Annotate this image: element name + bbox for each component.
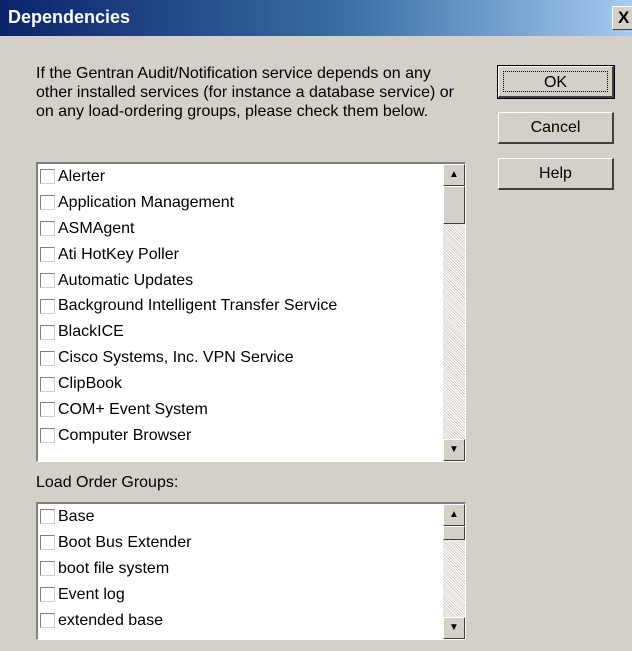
help-button[interactable]: Help: [498, 158, 614, 190]
list-item[interactable]: boot file system: [38, 556, 443, 582]
list-item[interactable]: BlackICE: [38, 319, 443, 345]
load-order-groups-scroll-thumb[interactable]: [443, 526, 465, 540]
list-item[interactable]: Base: [38, 504, 443, 530]
checkbox[interactable]: [40, 376, 55, 392]
list-item[interactable]: Event log: [38, 582, 443, 608]
list-item-label: Cisco Systems, Inc. VPN Service: [58, 349, 294, 367]
scroll-down-icon: ▼: [449, 622, 459, 633]
checkbox[interactable]: [40, 221, 55, 237]
list-item-label: Boot Bus Extender: [58, 533, 192, 551]
checkbox[interactable]: [40, 509, 55, 525]
checkbox[interactable]: [40, 428, 55, 444]
checkbox[interactable]: [40, 273, 55, 288]
list-item[interactable]: Cisco Systems, Inc. VPN Service: [38, 345, 443, 371]
load-order-groups-scroll-up-button[interactable]: ▲: [443, 504, 465, 526]
services-scroll-thumb[interactable]: [443, 186, 465, 224]
cancel-button[interactable]: Cancel: [498, 112, 614, 144]
scroll-up-icon: ▲: [449, 169, 459, 180]
scroll-down-icon: ▼: [449, 444, 459, 455]
services-scrollbar[interactable]: ▲ ▼: [443, 164, 465, 461]
list-item-label: extended base: [58, 611, 163, 629]
checkbox[interactable]: [40, 561, 55, 577]
title-bar: Dependencies X: [0, 0, 632, 36]
description-text: If the Gentran Audit/Notification servic…: [36, 65, 454, 120]
checkbox[interactable]: [40, 350, 55, 366]
list-item[interactable]: ASMAgent: [38, 216, 443, 242]
list-item[interactable]: Background Intelligent Transfer Service: [38, 293, 443, 319]
list-item[interactable]: extended base: [38, 608, 443, 634]
ok-button[interactable]: OK: [497, 65, 615, 99]
list-item-label: Background Intelligent Transfer Service: [58, 297, 338, 315]
list-item[interactable]: COM+ Event System: [38, 397, 443, 423]
list-item[interactable]: Boot Bus Extender: [38, 530, 443, 556]
load-order-groups-scrollbar[interactable]: ▲ ▼: [443, 504, 465, 639]
checkbox[interactable]: [40, 402, 55, 418]
list-item-label: Automatic Updates: [58, 271, 194, 289]
list-item-label: Base: [58, 507, 95, 525]
checkbox[interactable]: [40, 324, 55, 340]
list-item-label: Computer Browser: [58, 426, 192, 444]
list-item[interactable]: Application Management: [38, 190, 443, 216]
checkbox[interactable]: [40, 613, 55, 628]
list-item-label: COM+ Event System: [58, 400, 208, 418]
services-list: Alerter Application Management ASMAgent Ati…: [38, 164, 443, 461]
list-item[interactable]: Automatic Updates: [38, 268, 443, 294]
list-item-label: BlackICE: [58, 323, 124, 341]
list-item-label: Application Management: [58, 193, 235, 211]
close-button[interactable]: X: [612, 6, 632, 30]
checkbox[interactable]: [40, 247, 55, 263]
list-item-label: boot file system: [58, 559, 170, 577]
load-order-groups-list: Base Boot Bus Extender boot file system Eve…: [38, 504, 443, 639]
window-title: Dependencies: [8, 7, 131, 27]
list-item[interactable]: Computer Browser: [38, 423, 443, 449]
list-item-label: ClipBook: [58, 375, 123, 393]
services-scroll-up-button[interactable]: ▲: [443, 164, 465, 186]
list-item-label: Event log: [58, 585, 125, 603]
load-order-groups-listbox[interactable]: Base Boot Bus Extender boot file system Eve…: [36, 502, 466, 640]
ok-button-label: OK: [503, 71, 608, 92]
list-item-label: Ati HotKey Poller: [58, 245, 179, 263]
checkbox[interactable]: [40, 535, 55, 551]
checkbox[interactable]: [40, 298, 55, 314]
list-item-label: ASMAgent: [58, 219, 135, 237]
checkbox[interactable]: [40, 587, 55, 603]
services-listbox[interactable]: Alerter Application Management ASMAgent Ati…: [36, 162, 466, 462]
load-order-groups-scroll-down-button[interactable]: ▼: [443, 617, 465, 639]
scroll-up-icon: ▲: [449, 509, 459, 520]
list-item[interactable]: Ati HotKey Poller: [38, 242, 443, 268]
load-order-groups-label: Load Order Groups:: [36, 474, 179, 491]
list-item[interactable]: ClipBook: [38, 371, 443, 397]
services-scroll-down-button[interactable]: ▼: [443, 439, 465, 461]
checkbox[interactable]: [40, 195, 55, 211]
list-item[interactable]: Alerter: [38, 164, 443, 190]
checkbox[interactable]: [40, 169, 55, 185]
list-item-label: Alerter: [58, 167, 106, 185]
